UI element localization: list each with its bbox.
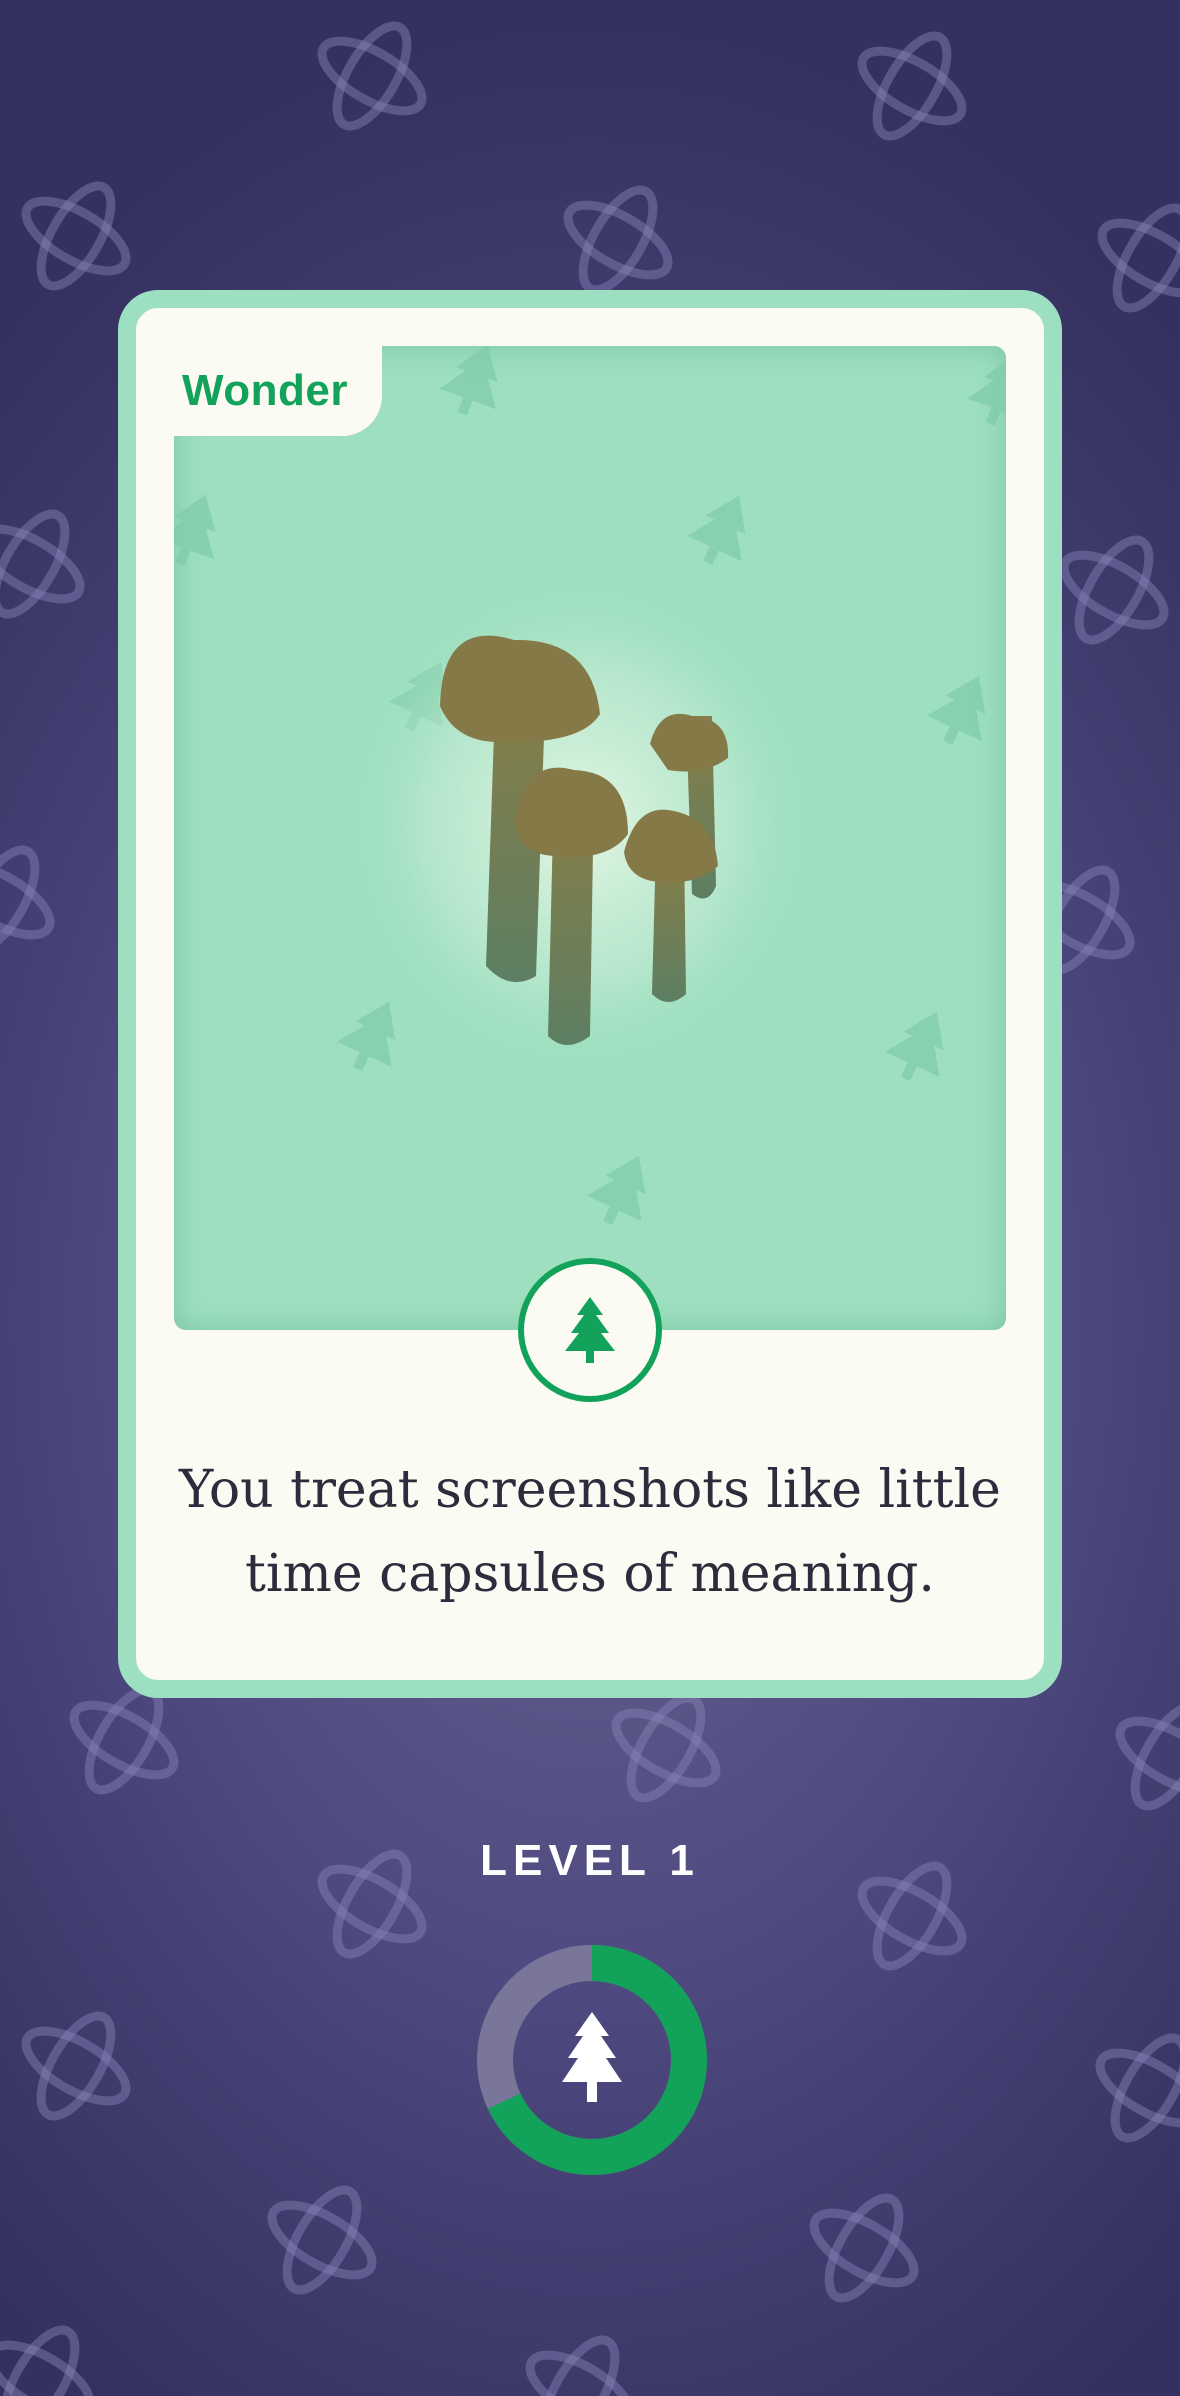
level-label: LEVEL 1 — [480, 1836, 700, 1885]
card-illustration — [174, 346, 1006, 1330]
card-category-tag: Wonder — [136, 346, 382, 436]
pine-tree-icon — [565, 1297, 615, 1363]
card-message: You treat screenshots like little time c… — [150, 1448, 1030, 1616]
category-badge — [518, 1258, 662, 1402]
card-message-line: You treat screenshots like little — [179, 1460, 1001, 1520]
card-message-line: time capsules of meaning. — [245, 1544, 935, 1604]
card-category-label: Wonder — [182, 366, 348, 415]
level-progress-ring — [477, 1945, 707, 2175]
pine-tree-icon — [562, 2012, 622, 2102]
